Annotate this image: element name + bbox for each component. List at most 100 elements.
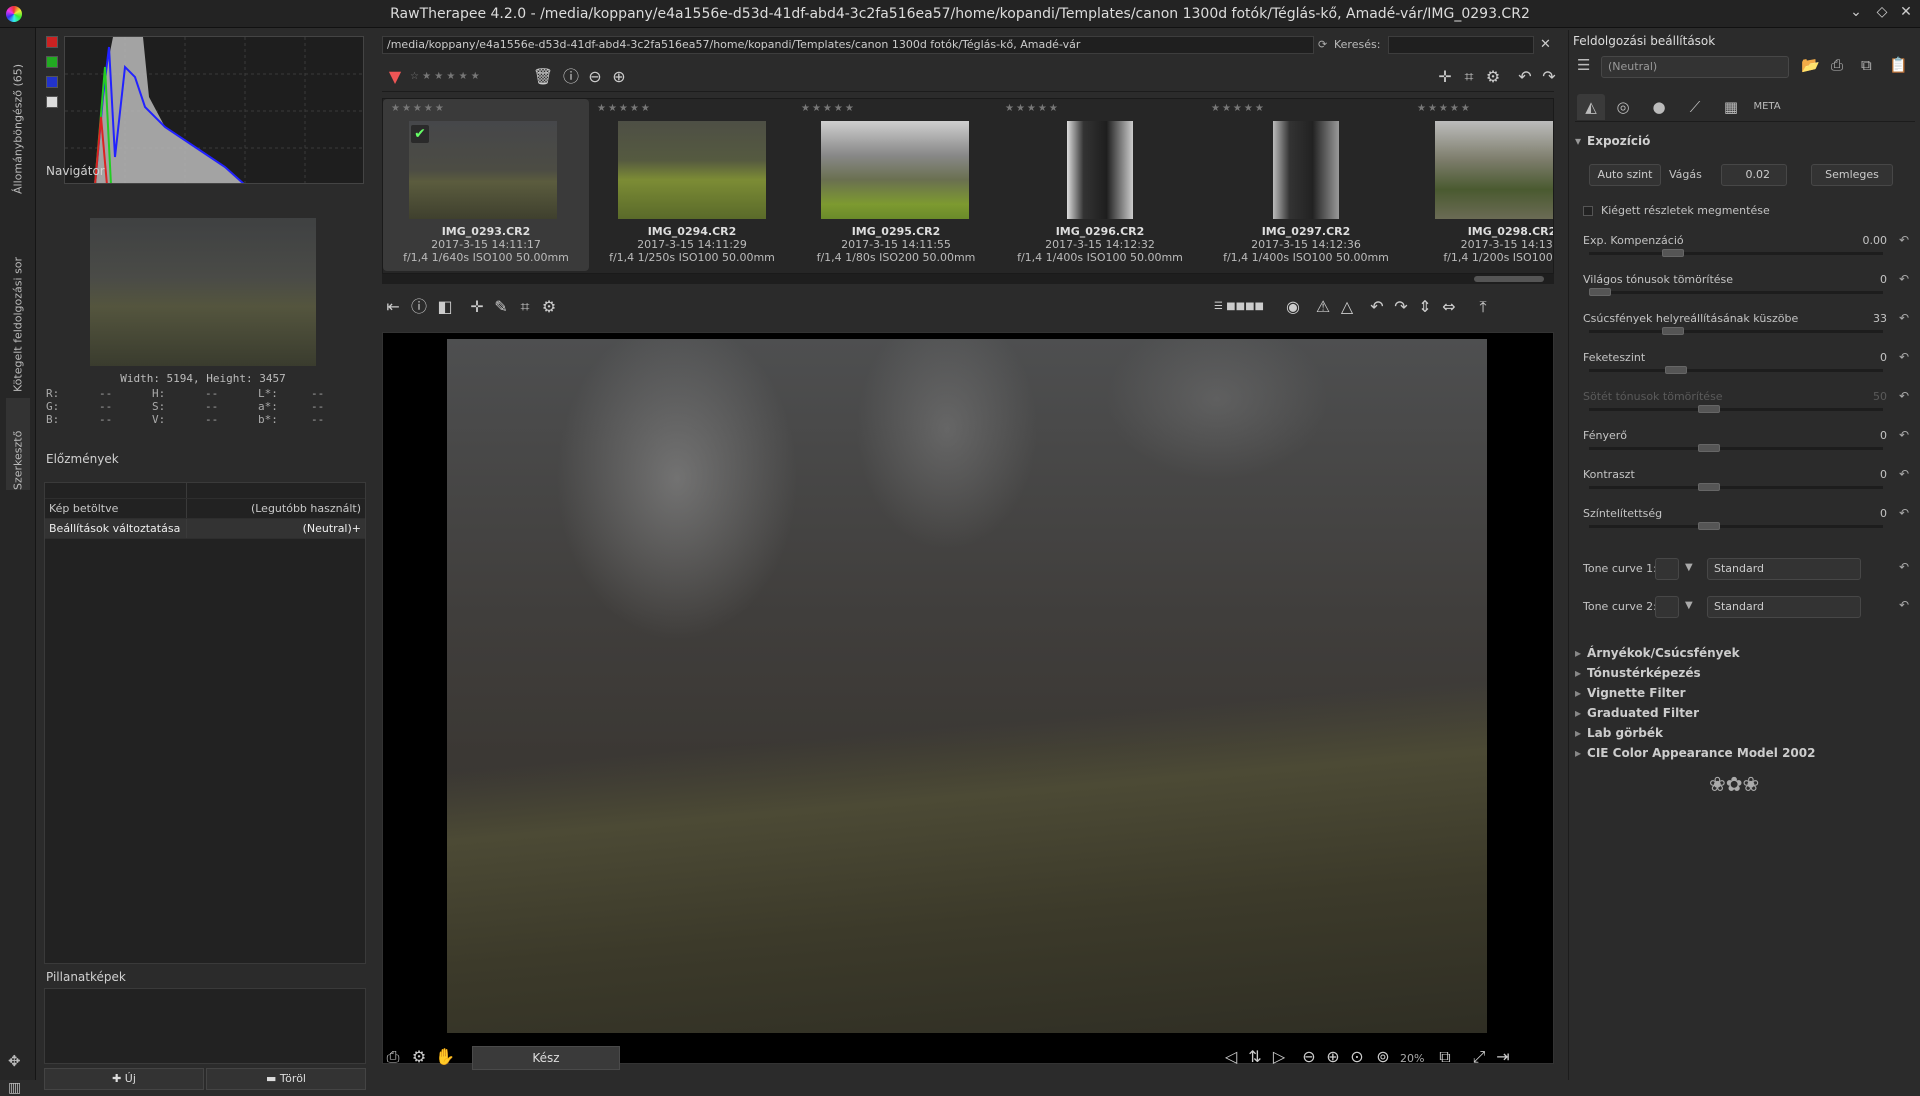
thumbnail-rating[interactable]: ★★★★★ — [801, 103, 856, 114]
slider-knob[interactable] — [1665, 366, 1688, 374]
slider-knob[interactable] — [1697, 483, 1720, 491]
path-field[interactable]: /media/koppany/e4a1556e-d53d-41df-abd4-3… — [382, 36, 1314, 54]
thumbnail[interactable]: ★★★★★ IMG_0298.CR2 2017-3-15 14:13:2 f/1… — [1409, 99, 1553, 271]
zoom-out-icon[interactable]: ⊖ — [1298, 1046, 1320, 1068]
thumbnail-rating[interactable]: ★★★★★ — [597, 103, 652, 114]
paste-icon[interactable]: 📋 — [1889, 56, 1908, 74]
thumbnail-rating[interactable]: ★★★★★ — [1417, 103, 1472, 114]
slider-track[interactable] — [1589, 291, 1883, 294]
preferences-icon[interactable]: ▥ — [8, 1080, 21, 1096]
rating-filter-stars-icon[interactable]: ☆ ★ ★ ★ ★ ★ — [410, 66, 530, 88]
curve-type-icon[interactable] — [1655, 596, 1679, 618]
slider-value[interactable]: 0 — [1880, 429, 1887, 442]
highlight-reconstruction-checkbox[interactable]: Kiégett részletek megmentése — [1583, 204, 1770, 217]
reset-icon[interactable]: ↶ — [1899, 560, 1909, 574]
thumbnail-rating[interactable]: ★★★★★ — [391, 103, 446, 114]
tab-metadata-icon[interactable]: META — [1753, 94, 1781, 120]
tone-curve-mode-select[interactable]: Standard — [1707, 596, 1861, 618]
slider-track[interactable] — [1589, 330, 1883, 333]
tab-transform-icon[interactable]: ⟋ — [1681, 94, 1709, 120]
zoom-out-icon[interactable]: ⊖ — [584, 66, 606, 88]
slider-value[interactable]: 0.00 — [1863, 234, 1888, 247]
filter-icon[interactable]: ▼ — [384, 66, 406, 88]
navigator-preview[interactable] — [90, 218, 316, 366]
clear-search-icon[interactable]: ✕ — [1540, 37, 1551, 52]
rotate-left-icon[interactable]: ↶ — [1366, 296, 1388, 318]
copy-icon[interactable]: ⧉ — [1861, 56, 1872, 74]
zoom-in-icon[interactable]: ⊕ — [1322, 1046, 1344, 1068]
fullscreen-icon[interactable]: ⤢ — [1468, 1046, 1490, 1068]
settings-icon[interactable]: ⚙ — [1482, 66, 1504, 88]
slider-knob[interactable] — [1662, 249, 1685, 257]
tab-file-browser[interactable]: Állományböngésző (65) — [6, 34, 30, 194]
reset-icon[interactable]: ↶ — [1899, 598, 1909, 612]
save-profile-icon[interactable]: ⎙ — [1831, 56, 1843, 74]
hide-left-panel-icon[interactable]: ⇤ — [382, 296, 404, 318]
reset-icon[interactable]: ↶ — [1899, 233, 1909, 247]
channel-preview-icon[interactable]: ☰ ■■■■ — [1204, 296, 1274, 318]
thumbnail-rating[interactable]: ★★★★★ — [1211, 103, 1266, 114]
profile-list-icon[interactable]: ☰ — [1577, 56, 1590, 74]
info-icon[interactable]: ⓘ — [560, 66, 582, 88]
thumbnail[interactable]: ★★★★★ IMG_0294.CR2 2017-3-15 14:11:29 f/… — [589, 99, 795, 271]
close-window-icon[interactable]: ✕ — [1896, 4, 1916, 20]
clip-spinner[interactable]: 0.02 — [1721, 164, 1787, 186]
section-ciecam02[interactable]: ▸ CIE Color Appearance Model 2002 — [1575, 746, 1815, 760]
rotate-left-icon[interactable]: ↶ — [1514, 66, 1536, 88]
refresh-icon[interactable]: ⟳ — [1318, 38, 1327, 51]
slider-value[interactable]: 0 — [1880, 468, 1887, 481]
tab-detail-icon[interactable]: ◎ — [1609, 94, 1637, 120]
reset-icon[interactable]: ↶ — [1899, 350, 1909, 364]
color-picker-icon[interactable]: ✎ — [490, 296, 512, 318]
checkbox-box[interactable] — [1583, 206, 1593, 216]
exposure-section-header[interactable]: ▾ Expozíció — [1575, 134, 1650, 148]
open-folder-icon[interactable]: 📂 — [1801, 56, 1820, 74]
filmstrip-scrollbar[interactable] — [382, 274, 1554, 284]
slider-knob[interactable] — [1662, 327, 1685, 335]
section-vignette-filter[interactable]: ▸ Vignette Filter — [1575, 686, 1686, 700]
thumbnail[interactable]: ★★★★★ IMG_0296.CR2 2017-3-15 14:12:32 f/… — [997, 99, 1203, 271]
scrollbar-thumb[interactable] — [1474, 276, 1544, 282]
slider-track[interactable] — [1589, 252, 1883, 255]
slider-knob[interactable] — [1589, 288, 1611, 296]
thumbnail-rating[interactable]: ★★★★★ — [1005, 103, 1060, 114]
zoom-in-icon[interactable]: ⊕ — [608, 66, 630, 88]
crop-icon[interactable]: ⌗ — [1458, 66, 1480, 88]
reset-icon[interactable]: ↶ — [1899, 272, 1909, 286]
slider-value[interactable]: 0 — [1880, 507, 1887, 520]
thumbnail[interactable]: ★★★★★ ✔ IMG_0293.CR2 2017-3-15 14:11:17 … — [383, 99, 589, 271]
zoom-fit-icon[interactable]: ⊙ — [1346, 1046, 1368, 1068]
thumbnail[interactable]: ★★★★★ IMG_0295.CR2 2017-3-15 14:11:55 f/… — [793, 99, 999, 271]
blue-channel-button[interactable] — [46, 76, 58, 88]
maximize-icon[interactable]: ◇ — [1872, 4, 1892, 20]
new-detail-window-icon[interactable]: ⧉ — [1434, 1046, 1456, 1068]
clipped-shadows-icon[interactable]: △ — [1336, 296, 1358, 318]
slider-value[interactable]: 33 — [1873, 312, 1887, 325]
tab-color-icon[interactable]: ● — [1645, 94, 1673, 120]
section-tone-mapping[interactable]: ▸ Tónustérképezés — [1575, 666, 1701, 680]
slider-track[interactable] — [1589, 525, 1883, 528]
crosshair-icon[interactable]: ✛ — [466, 296, 488, 318]
zoom-100-icon[interactable]: ⊚ — [1372, 1046, 1394, 1068]
add-snapshot-button[interactable]: ✚ Új — [44, 1068, 204, 1090]
clipped-highlights-icon[interactable]: ⚠ — [1312, 296, 1334, 318]
history-item[interactable]: Kép betöltve (Legutóbb használt) — [45, 499, 365, 519]
curve-type-icon[interactable] — [1655, 558, 1679, 580]
before-after-icon[interactable]: ◧ — [434, 296, 456, 318]
crosshair-icon[interactable]: ✛ — [1434, 66, 1456, 88]
tab-queue[interactable]: Kötegelt feldolgozási sor — [6, 200, 30, 392]
save-icon[interactable]: ⎙ — [382, 1046, 404, 1068]
slider-value[interactable]: 50 — [1873, 390, 1887, 403]
profile-select[interactable]: (Neutral) — [1601, 56, 1789, 78]
image-preview[interactable] — [382, 332, 1554, 1064]
thumbnail[interactable]: ★★★★★ IMG_0297.CR2 2017-3-15 14:12:36 f/… — [1203, 99, 1409, 271]
neutral-button[interactable]: Semleges — [1811, 164, 1893, 186]
move-icon[interactable]: ✥ — [8, 1052, 21, 1070]
trash-icon[interactable]: 🗑 — [532, 66, 554, 88]
slider-track[interactable] — [1589, 369, 1883, 372]
dropdown-arrow-icon[interactable]: ▼ — [1685, 600, 1693, 611]
history-item[interactable]: Beállítások változtatása (Neutral)+ — [45, 519, 365, 539]
slider-track[interactable] — [1589, 486, 1883, 489]
section-lab-curves[interactable]: ▸ Lab görbék — [1575, 726, 1663, 740]
reset-icon[interactable]: ↶ — [1899, 389, 1909, 403]
